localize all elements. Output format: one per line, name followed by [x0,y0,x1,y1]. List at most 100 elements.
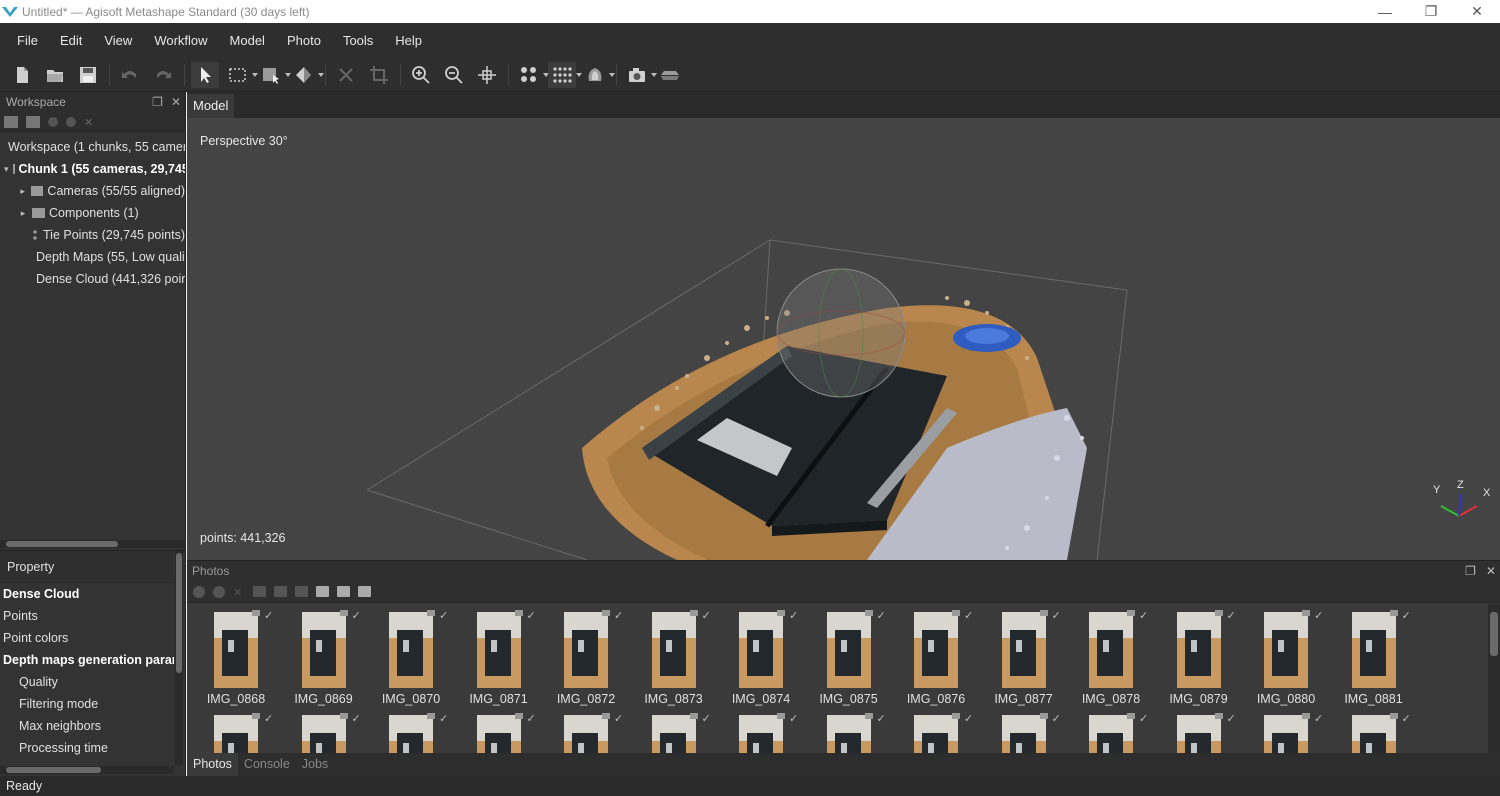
photo-thumbnail[interactable]: ✓ [715,707,803,754]
scrollbar-thumb[interactable] [1490,612,1498,656]
menu-file[interactable]: File [6,23,49,59]
reset-view-button[interactable] [473,62,501,88]
reset-filter-icon[interactable] [295,586,308,597]
resize-region-button[interactable] [257,62,291,88]
photo-thumbnail[interactable]: ✓ [890,707,978,754]
close-window-button[interactable]: ✕ [1454,0,1500,23]
photo-thumbnail[interactable]: ✓ IMG_0879 [1153,604,1241,706]
show-cameras-button[interactable] [623,62,657,88]
tab-model[interactable]: Model [187,94,235,118]
prop-points[interactable]: Points [0,605,174,627]
tree-item-dense-cloud[interactable]: Dense Cloud (441,326 points) [0,268,185,290]
tree-item-depth-maps[interactable]: Depth Maps (55, Low quality) [0,246,185,268]
menu-view[interactable]: View [93,23,143,59]
photo-thumbnail[interactable]: ✓ [453,707,541,754]
model-viewport[interactable]: Perspective 30° points: 441,326 Y Z X [187,118,1500,560]
zoom-in-button[interactable] [407,62,435,88]
menu-photo[interactable]: Photo [276,23,332,59]
photos-vertical-scrollbar[interactable] [1488,604,1500,754]
photo-thumbnail[interactable]: ✓ IMG_0873 [628,604,716,706]
photo-thumbnail[interactable]: ✓ [190,707,278,754]
photo-thumbnail[interactable]: ✓ [278,707,366,754]
scrollbar-thumb[interactable] [176,553,182,673]
photo-thumbnail[interactable]: ✓ IMG_0881 [1328,604,1416,706]
property-header[interactable]: Property [0,551,174,583]
photo-thumbnail[interactable]: ✓ IMG_0876 [890,604,978,706]
photo-thumbnail[interactable]: ✓ IMG_0870 [365,604,453,706]
scrollbar-thumb[interactable] [6,767,101,773]
close-panel-icon[interactable]: ✕ [171,95,181,109]
tree-item-workspace[interactable]: Workspace (1 chunks, 55 cameras, 29,745 … [0,136,185,158]
add-photos-icon[interactable] [26,115,40,128]
rotate-right-icon[interactable] [274,586,287,597]
menu-workflow[interactable]: Workflow [143,23,218,59]
tab-photos[interactable]: Photos [187,753,238,776]
enable-camera-icon[interactable] [193,585,205,598]
photo-thumbnail[interactable]: ✓ IMG_0874 [715,604,803,706]
photo-thumbnail[interactable]: ✓ [628,707,716,754]
enable-icon[interactable] [48,116,58,127]
point-cloud-button[interactable] [515,62,549,88]
menu-tools[interactable]: Tools [332,23,384,59]
model-view-button[interactable] [581,62,615,88]
prop-max-neighbors[interactable]: Max neighbors [0,715,174,737]
chevron-right-icon[interactable]: ▸ [18,186,27,197]
navigation-button[interactable] [191,62,219,88]
move-object-button[interactable] [290,62,324,88]
view-photos-icon[interactable] [337,586,350,597]
photo-thumbnail[interactable]: ✓ IMG_0872 [540,604,628,706]
photo-thumbnail[interactable]: ✓ IMG_0880 [1240,604,1328,706]
menu-model[interactable]: Model [219,23,276,59]
maximize-button[interactable]: ❐ [1408,0,1454,23]
tree-item-chunk[interactable]: ▾ Chunk 1 (55 cameras, 29,745 points) [0,158,185,180]
chevron-down-icon[interactable] [318,73,324,77]
tree-item-cameras[interactable]: ▸ Cameras (55/55 aligned) [0,180,185,202]
save-button[interactable] [74,62,102,88]
photo-thumbnail[interactable]: ✓ IMG_0877 [978,604,1066,706]
photo-thumbnail[interactable]: ✓ [540,707,628,754]
zoom-out-button[interactable] [440,62,468,88]
property-horizontal-scrollbar[interactable] [0,766,174,774]
tree-item-components[interactable]: ▸ Components (1) [0,202,185,224]
photo-thumbnail[interactable]: ✓ IMG_0868 [190,604,278,706]
rectangle-selection-button[interactable] [224,62,258,88]
photo-thumbnail[interactable]: ✓ [1065,707,1153,754]
chevron-down-icon[interactable]: ▾ [4,164,9,175]
prop-point-colors[interactable]: Point colors [0,627,174,649]
dense-cloud-view-button[interactable] [548,62,582,88]
prop-processing-time[interactable]: Processing time [0,737,174,759]
property-vertical-scrollbar[interactable] [175,551,183,765]
menu-edit[interactable]: Edit [49,23,93,59]
tree-item-tie-points[interactable]: Tie Points (29,745 points) [0,224,185,246]
float-panel-icon[interactable]: ❐ [152,95,163,109]
prop-depth-maps-params[interactable]: Depth maps generation parameters [0,649,174,671]
show-region-button[interactable] [656,62,684,88]
prop-filtering-mode[interactable]: Filtering mode [0,693,174,715]
prop-dense-cloud[interactable]: Dense Cloud [0,583,174,605]
menu-help[interactable]: Help [384,23,433,59]
new-button[interactable] [8,62,36,88]
undo-button[interactable] [116,62,144,88]
photo-thumbnail[interactable]: ✓ IMG_0869 [278,604,366,706]
photo-thumbnail[interactable]: ✓ IMG_0871 [453,604,541,706]
photo-thumbnail[interactable]: ✓ [1240,707,1328,754]
delete-selection-button[interactable] [332,62,360,88]
close-panel-icon[interactable]: ✕ [1486,564,1496,578]
rotate-left-icon[interactable] [253,586,266,597]
remove-camera-icon[interactable]: ✕ [233,586,245,599]
tab-console[interactable]: Console [238,753,296,776]
mask-icon[interactable] [316,586,329,597]
photo-thumbnail[interactable]: ✓ [365,707,453,754]
photo-thumbnail[interactable]: ✓ [1153,707,1241,754]
crop-selection-button[interactable] [365,62,393,88]
disable-icon[interactable] [66,116,76,127]
photo-thumbnail[interactable]: ✓ IMG_0875 [803,604,891,706]
chevron-right-icon[interactable]: ▸ [18,208,28,219]
add-chunk-icon[interactable] [4,115,18,128]
workspace-horizontal-scrollbar[interactable] [0,540,186,548]
float-panel-icon[interactable]: ❐ [1465,564,1476,578]
prop-quality[interactable]: Quality [0,671,174,693]
minimize-button[interactable]: — [1362,0,1408,23]
scrollbar-thumb[interactable] [6,541,118,547]
open-button[interactable] [41,62,69,88]
